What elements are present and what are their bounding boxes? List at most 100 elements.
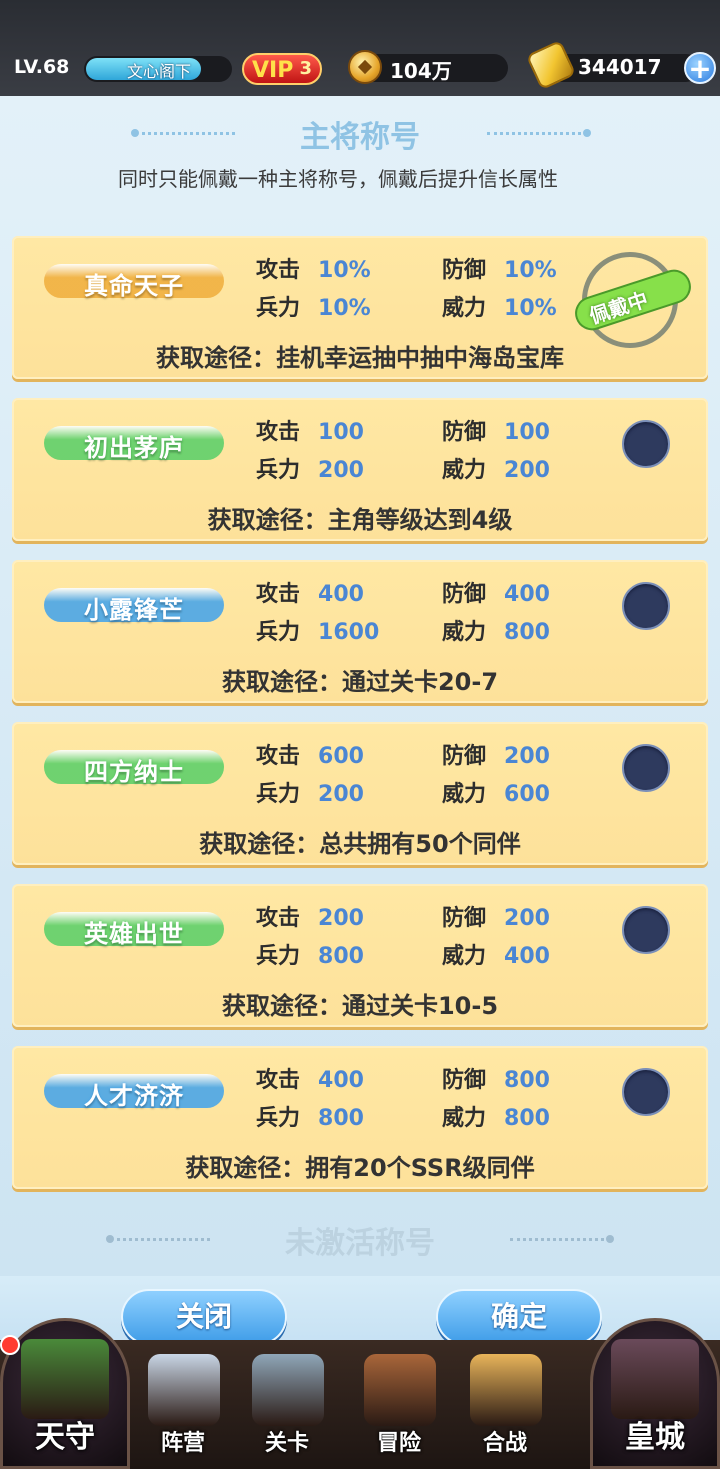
equipped-label: 佩戴中 [586,287,651,329]
nav-label: 皇城 [625,1420,685,1455]
coin-amount: 104万 [390,59,452,83]
title-badge: 英雄出世 [36,898,232,960]
stat-attack-label: 攻击 [256,420,301,445]
stat-power-value: 600 [504,782,550,807]
header-divider-right [487,129,591,137]
stat-power-label: 威力 [442,1106,487,1131]
stat-attack-value: 600 [318,744,364,769]
stat-defense-label: 防御 [442,258,487,283]
player-level: LV.68 [14,56,70,78]
confirm-button[interactable]: 确定 [436,1289,602,1345]
nav-item[interactable]: 阵营 [128,1348,238,1463]
stat-defense-label: 防御 [442,1068,487,1093]
stat-defense-value: 100 [504,420,550,445]
stat-troops-label: 兵力 [256,782,301,807]
title-card[interactable]: 初出茅庐 攻击 100 防御 100 兵力 200 威力 200 获取途径：主角等级达到… [12,398,708,541]
stat-troops: 兵力 800 [256,1100,364,1132]
vip-badge[interactable]: VIP 3 [242,53,322,85]
equip-radio-button[interactable] [622,744,670,792]
stat-troops: 兵力 800 [256,938,364,970]
title-card[interactable]: 小露锋芒 攻击 400 防御 400 兵力 1600 威力 800 获取途径：通过关卡2… [12,560,708,703]
player-exp-bar[interactable]: 文心阁下 [84,56,232,82]
gold-counter[interactable]: 344017 [525,39,700,91]
stat-troops: 兵力 200 [256,776,364,808]
scroll-icon [148,1354,220,1426]
acquire-route: 获取途径：通过关卡20-7 [221,668,499,696]
title-name: 四方纳士 [84,758,184,786]
stat-defense-label: 防御 [442,906,487,931]
stat-troops-value: 10% [318,296,371,321]
nav-item[interactable]: 冒险 [344,1348,454,1463]
coin-icon [348,50,382,84]
title-card[interactable]: 真命天子 攻击 10% 防御 10% 兵力 10% 威力 10% 获取途径：挂机幸运抽中… [12,236,708,379]
stat-troops-label: 兵力 [256,620,301,645]
stat-troops: 兵力 10% [256,290,371,322]
equip-radio-button[interactable] [622,420,670,468]
stat-troops-value: 800 [318,944,364,969]
equipped-stamp: 佩戴中 [570,252,696,348]
nav-item[interactable]: 关卡 [232,1348,342,1463]
stat-defense: 防御 200 [442,900,550,932]
stat-defense-label: 防御 [442,420,487,445]
gold-ingot-icon [525,39,577,91]
stat-defense: 防御 10% [442,252,557,284]
stat-attack-value: 10% [318,258,371,283]
nav-label: 天守 [35,1420,95,1455]
stat-attack-value: 100 [318,420,364,445]
stat-troops-value: 200 [318,458,364,483]
title-card[interactable]: 四方纳士 攻击 600 防御 200 兵力 200 威力 600 获取途径：总共拥有50… [12,722,708,865]
equip-radio-button[interactable] [622,906,670,954]
stat-troops-value: 800 [318,1106,364,1131]
stat-troops-label: 兵力 [256,944,301,969]
stat-defense-label: 防御 [442,744,487,769]
nav-item[interactable]: 皇城 [590,1318,720,1469]
stat-power-label: 威力 [442,944,487,969]
vip-label: VIP [252,58,294,83]
banner-icon [470,1354,542,1426]
equip-radio-button[interactable] [622,1068,670,1116]
panel-title: 主将称号 [300,120,420,155]
title-card[interactable]: 英雄出世 攻击 200 防御 200 兵力 800 威力 400 获取途径：通过关卡10… [12,884,708,1027]
add-currency-button[interactable]: + [684,52,716,84]
acquire-route: 获取途径：总共拥有50个同伴 [199,830,521,858]
title-card[interactable]: 人才济济 攻击 400 防御 800 兵力 800 威力 800 获取途径：拥有20个S… [12,1046,708,1189]
stat-power: 威力 200 [442,452,550,484]
stat-attack-value: 400 [318,1068,364,1093]
stat-troops: 兵力 1600 [256,614,379,646]
player-name: 文心阁下 [126,62,191,81]
stat-troops: 兵力 200 [256,452,364,484]
crossed-swords-icon [252,1354,324,1426]
stat-attack-value: 400 [318,582,364,607]
coin-counter[interactable]: 104万 [348,50,508,84]
title-badge: 四方纳士 [36,736,232,798]
stat-power-value: 800 [504,1106,550,1131]
acquire-route: 获取途径：拥有20个SSR级同伴 [185,1154,535,1182]
stat-defense-value: 10% [504,258,557,283]
stat-defense-value: 200 [504,906,550,931]
inactive-divider-right [510,1235,614,1243]
stat-power-value: 400 [504,944,550,969]
title-name: 初出茅庐 [84,434,184,462]
stat-troops-value: 200 [318,782,364,807]
equipped-band: 佩戴中 [570,265,696,335]
close-button[interactable]: 关闭 [121,1289,287,1345]
title-name: 人才济济 [84,1082,184,1110]
nav-item[interactable]: 合战 [450,1348,560,1463]
stat-troops-label: 兵力 [256,1106,301,1131]
title-badge: 小露锋芒 [36,574,232,636]
notification-dot [0,1335,20,1355]
stat-attack-label: 攻击 [256,258,301,283]
stat-power-value: 200 [504,458,550,483]
nav-label: 关卡 [264,1431,309,1456]
stat-attack-label: 攻击 [256,1068,301,1093]
nav-item[interactable]: 天守 [0,1318,130,1469]
castle-icon [21,1339,109,1419]
stat-power-value: 10% [504,296,557,321]
equip-radio-button[interactable] [622,582,670,630]
title-name: 英雄出世 [84,920,184,948]
gold-amount: 344017 [578,55,662,79]
stat-defense: 防御 400 [442,576,550,608]
stat-power-label: 威力 [442,782,487,807]
stat-attack: 攻击 200 [256,900,364,932]
palace-icon [611,1339,699,1419]
